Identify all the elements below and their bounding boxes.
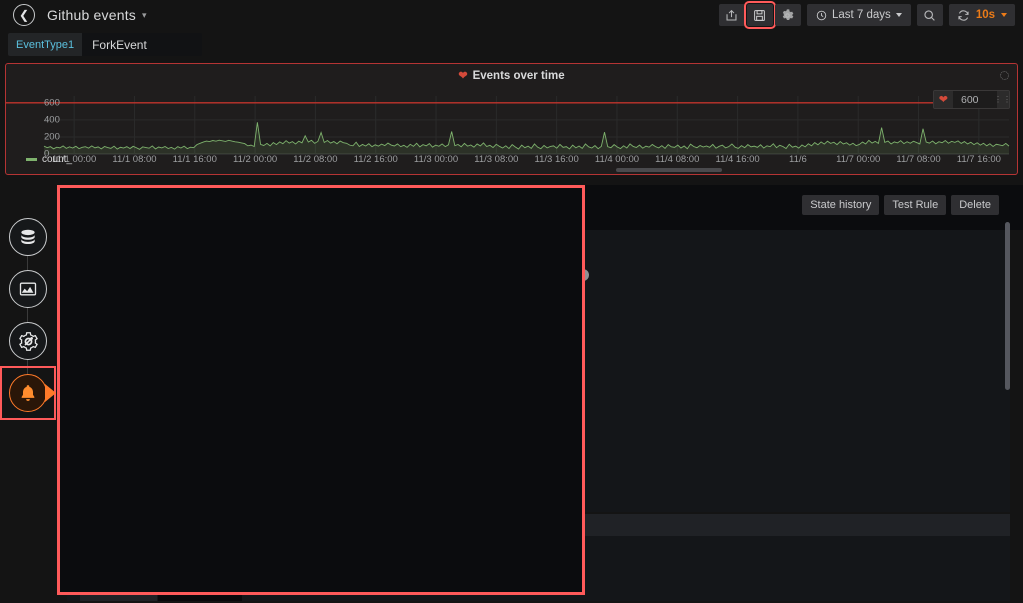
sidebar-item-visualization[interactable] xyxy=(9,270,47,308)
chevron-down-icon xyxy=(1001,13,1007,17)
time-range-label: Last 7 days xyxy=(832,9,891,21)
sidebar-item-datasource[interactable] xyxy=(9,218,47,256)
test-rule-button[interactable]: Test Rule xyxy=(884,195,946,215)
legend-color-swatch xyxy=(26,158,37,161)
legend-label: count_ xyxy=(42,154,72,165)
gear-wrench-icon xyxy=(18,331,39,352)
template-variable-bar: EventType1 ForkEvent xyxy=(0,31,202,58)
x-axis-tick-label: 11/7 16:00 xyxy=(957,154,1001,165)
heart-icon: ❤ xyxy=(458,69,467,82)
save-icon[interactable] xyxy=(747,4,773,26)
vertical-scrollbar[interactable] xyxy=(1005,222,1010,390)
x-axis-tick-label: 11/4 00:00 xyxy=(595,154,639,165)
clock-icon xyxy=(816,10,827,21)
x-axis-tick-label: 11/1 16:00 xyxy=(173,154,217,165)
alert-header-buttons: State history Test Rule Delete xyxy=(802,195,999,215)
horizontal-scrollbar[interactable] xyxy=(616,168,722,172)
database-icon xyxy=(18,227,38,247)
threshold-value[interactable]: 600 xyxy=(953,91,997,108)
gear-icon[interactable] xyxy=(775,4,801,26)
x-axis-tick-label: 11/2 08:00 xyxy=(293,154,337,165)
state-history-button[interactable]: State history xyxy=(802,195,879,215)
variable-label: EventType1 xyxy=(8,33,82,56)
x-axis-tick-label: 11/2 16:00 xyxy=(354,154,398,165)
graph-icon xyxy=(18,279,38,299)
refresh-picker[interactable]: 10s xyxy=(949,4,1015,26)
edit-mode-side-rail xyxy=(9,218,47,426)
x-axis-tick-label: 11/3 16:00 xyxy=(535,154,579,165)
variable-value[interactable]: ForkEvent xyxy=(82,33,202,56)
graph-panel-title: Events over time xyxy=(473,70,565,82)
y-axis-tick-label: 400 xyxy=(44,114,49,125)
delete-alert-button[interactable]: Delete xyxy=(951,195,999,215)
sidebar-item-general-settings[interactable] xyxy=(9,322,47,360)
grafana-dashboard: ❮ Github events ▾ xyxy=(0,0,1023,603)
graph-panel-header[interactable]: ❤ Events over time xyxy=(6,69,1017,82)
threshold-handle[interactable]: ❤ 600 ⋮⋮ xyxy=(933,90,1010,109)
refresh-interval-label: 10s xyxy=(976,9,995,21)
x-axis-tick-label: 11/3 08:00 xyxy=(474,154,518,165)
x-axis-tick-label: 11/2 00:00 xyxy=(233,154,277,165)
heart-icon: ❤ xyxy=(934,91,953,108)
graph-legend[interactable]: count_ xyxy=(26,154,72,165)
topnav-icon-group xyxy=(719,4,801,26)
chevron-down-icon xyxy=(896,13,902,17)
x-axis-ticks: 11/1 00:0011/1 08:0011/1 16:0011/2 00:00… xyxy=(6,154,1018,168)
y-axis-tick-label: 600 xyxy=(44,97,49,108)
active-pointer-icon xyxy=(45,384,56,402)
x-axis-tick-label: 11/7 08:00 xyxy=(896,154,940,165)
search-icon xyxy=(923,9,936,22)
sidebar-item-alert[interactable] xyxy=(9,374,47,412)
top-navbar: ❮ Github events ▾ xyxy=(0,0,1023,30)
loading-spinner-icon xyxy=(1000,71,1009,80)
share-icon[interactable] xyxy=(719,4,745,26)
x-axis-tick-label: 11/4 16:00 xyxy=(715,154,759,165)
page-title: Github events xyxy=(47,7,136,23)
graph-panel[interactable]: ❤ Events over time 0200400600 11/1 00:00… xyxy=(5,63,1018,175)
drag-grip-icon[interactable]: ⋮⋮ xyxy=(997,91,1009,108)
y-axis-tick-label: 200 xyxy=(44,131,49,142)
time-range-picker[interactable]: Last 7 days xyxy=(807,4,911,26)
alert-editor-highlight-box xyxy=(57,185,585,595)
variable-eventtype1[interactable]: EventType1 ForkEvent xyxy=(8,33,202,56)
chevron-down-icon[interactable]: ▾ xyxy=(142,10,147,21)
graph-plot-area[interactable]: 0200400600 11/1 00:0011/1 08:0011/1 16:0… xyxy=(6,86,1018,175)
x-axis-tick-label: 11/4 08:00 xyxy=(655,154,699,165)
topnav-actions: Last 7 days 10s xyxy=(719,4,1015,26)
back-arrow-icon[interactable]: ❮ xyxy=(13,4,35,26)
x-axis-tick-label: 11/6 xyxy=(789,154,807,165)
x-axis-tick-label: 11/3 00:00 xyxy=(414,154,458,165)
zoom-out-time-button[interactable] xyxy=(917,4,943,26)
refresh-icon xyxy=(957,9,970,22)
bell-icon xyxy=(18,383,38,403)
x-axis-tick-label: 11/7 00:00 xyxy=(836,154,880,165)
x-axis-tick-label: 11/1 08:00 xyxy=(112,154,156,165)
